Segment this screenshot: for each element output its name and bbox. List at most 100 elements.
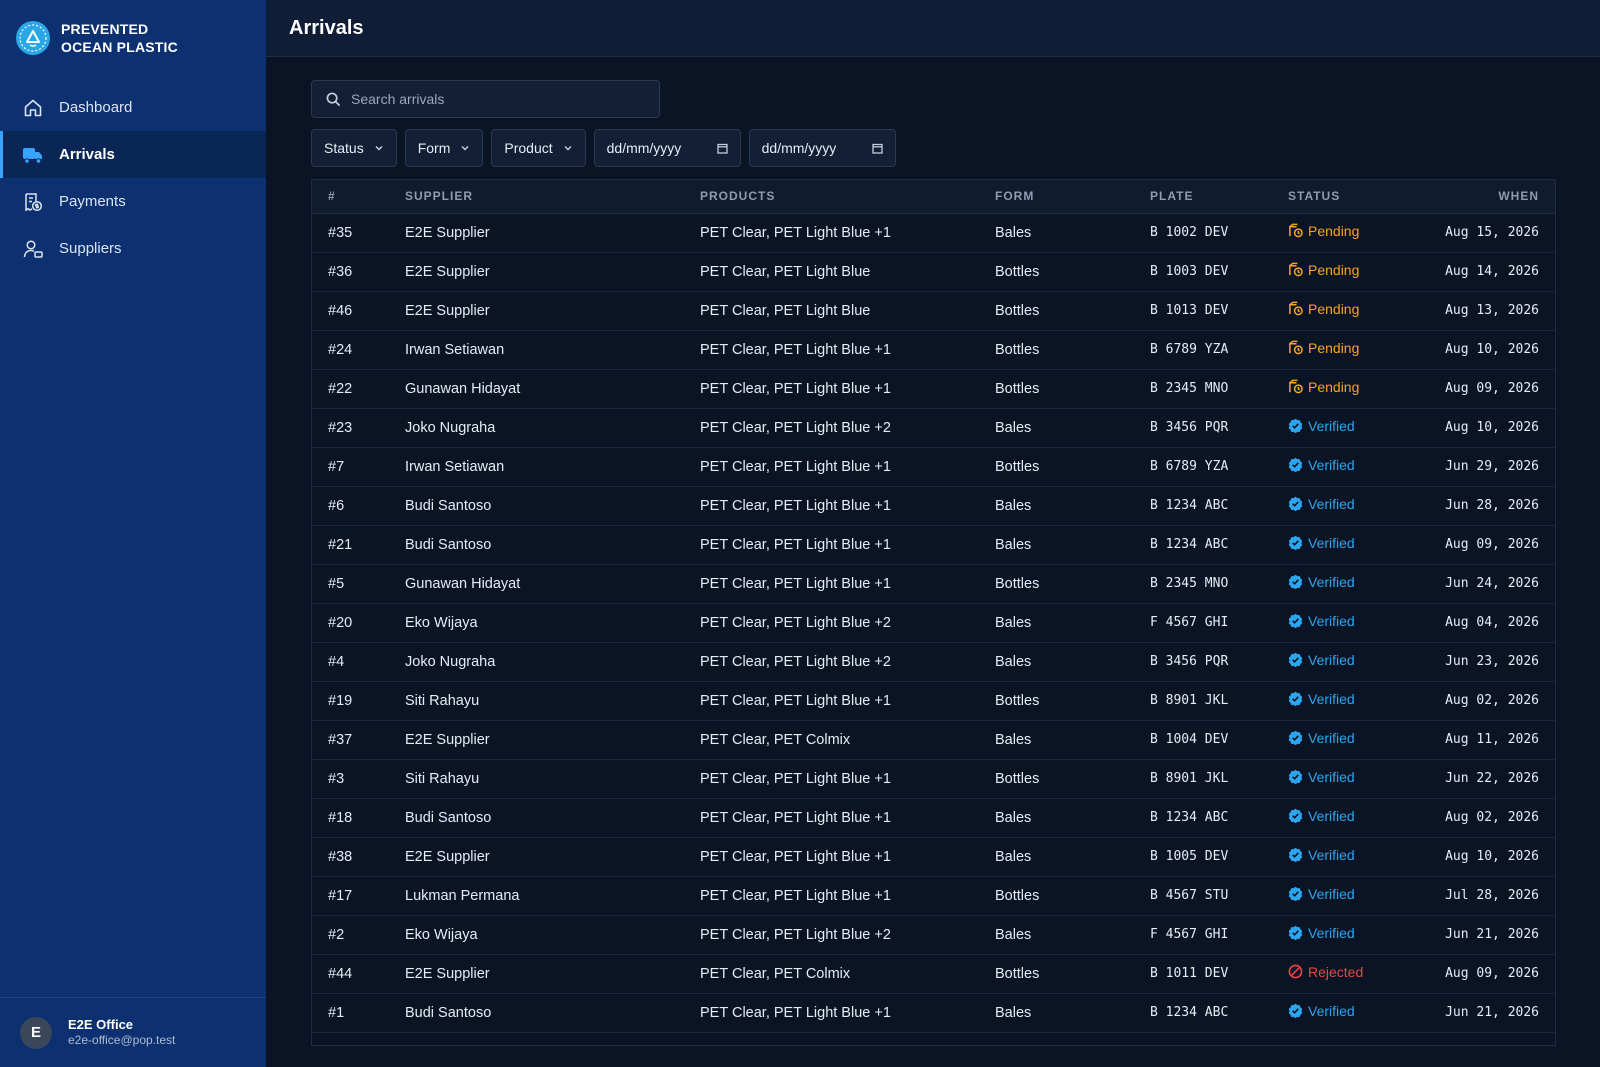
arrival-date: Aug 04, 2026: [1408, 603, 1555, 643]
table-row[interactable]: #35 E2E Supplier PET Clear, PET Light Blue…: [312, 213, 1555, 253]
table-row[interactable]: #24 Irwan Setiawan PET Clear, PET Light Bl…: [312, 330, 1555, 370]
products: PET Clear, PET Light Blue +1: [700, 447, 995, 487]
product-filter[interactable]: Product: [491, 129, 586, 167]
verified-badge-icon: [1288, 887, 1303, 902]
table-row[interactable]: #20 Eko Wijaya PET Clear, PET Light Blue +…: [312, 603, 1555, 643]
column-header-status[interactable]: STATUS: [1288, 180, 1408, 214]
table-row[interactable]: #38 E2E Supplier PET Clear, PET Light Blue…: [312, 837, 1555, 877]
column-header-form[interactable]: FORM: [995, 180, 1150, 214]
table-row[interactable]: #18 Budi Santoso PET Clear, PET Light Blue…: [312, 798, 1555, 838]
supplier-name: Joko Nugraha: [405, 408, 700, 448]
supplier-name: Siti Rahayu: [405, 681, 700, 721]
date-from-field[interactable]: dd/mm/yyyy: [593, 129, 741, 167]
search-input[interactable]: [351, 91, 641, 107]
status-label: Pending: [1308, 261, 1360, 278]
column-header-supplier[interactable]: SUPPLIER: [405, 180, 700, 214]
sidebar-item-label: Suppliers: [59, 240, 122, 257]
verified-badge-icon: [1288, 653, 1303, 668]
arrival-id: #36: [312, 252, 405, 292]
calendar-icon: [716, 143, 728, 154]
pending-icon: [1289, 340, 1303, 355]
date-to-field[interactable]: dd/mm/yyyy: [748, 129, 896, 167]
table-row[interactable]: #23 Joko Nugraha PET Clear, PET Light Blue…: [312, 408, 1555, 448]
search-box[interactable]: [311, 80, 660, 118]
supplier-name: E2E Supplier: [405, 837, 700, 877]
products: PET Clear, PET Colmix: [700, 954, 995, 994]
verified-badge-icon: [1288, 575, 1303, 590]
form: Bales: [995, 486, 1150, 526]
products: PET Clear, PET Light Blue +1: [700, 330, 995, 370]
status-label: Verified: [1308, 651, 1355, 668]
status-cell: Pending: [1288, 291, 1408, 331]
status-badge: Pending: [1288, 262, 1359, 278]
table-row[interactable]: #37 E2E Supplier PET Clear, PET Colmix Bale…: [312, 720, 1555, 760]
verified-badge-icon: [1288, 809, 1303, 824]
arrival-date: Aug 09, 2026: [1408, 525, 1555, 565]
sidebar-item-arrivals[interactable]: Arrivals: [0, 131, 266, 178]
form: Bales: [995, 603, 1150, 643]
home-icon: [22, 97, 44, 119]
user-profile[interactable]: E E2E Office e2e-office@pop.test: [0, 997, 266, 1067]
form: Bottles: [995, 447, 1150, 487]
verified-badge-icon: [1288, 458, 1303, 473]
status-badge: Verified: [1288, 457, 1355, 473]
arrival-id: #2: [312, 915, 405, 955]
status-cell: Pending: [1288, 252, 1408, 292]
table-row[interactable]: #2 Eko Wijaya PET Clear, PET Light Blue +2…: [312, 915, 1555, 955]
arrival-id: #3: [312, 759, 405, 799]
plate: B 1234 ABC: [1150, 798, 1288, 838]
status-filter[interactable]: Status: [311, 129, 397, 167]
table-row[interactable]: #3 Siti Rahayu PET Clear, PET Light Blue +…: [312, 759, 1555, 799]
column-header-products[interactable]: PRODUCTS: [700, 180, 995, 214]
table-row[interactable]: #19 Siti Rahayu PET Clear, PET Light Blue …: [312, 681, 1555, 721]
form: Bales: [995, 408, 1150, 448]
table-row[interactable]: #4 Joko Nugraha PET Clear, PET Light Blue …: [312, 642, 1555, 682]
sidebar-nav: Dashboard Arrivals Payments Suppliers: [0, 84, 266, 272]
arrival-date: Jun 29, 2026: [1408, 447, 1555, 487]
plate: B 6789 YZA: [1150, 330, 1288, 370]
status-label: Verified: [1308, 612, 1355, 629]
column-header-id[interactable]: #: [312, 180, 405, 214]
avatar: E: [20, 1016, 52, 1049]
status-cell: Verified: [1288, 759, 1408, 799]
sidebar-item-payments[interactable]: Payments: [0, 178, 266, 225]
status-cell: Verified: [1288, 993, 1408, 1033]
products: PET Clear, PET Light Blue +1: [700, 486, 995, 526]
verified-badge-icon: [1288, 770, 1303, 785]
status-cell: Pending: [1288, 330, 1408, 370]
sidebar-item-suppliers[interactable]: Suppliers: [0, 225, 266, 272]
supplier-name: Irwan Setiawan: [405, 447, 700, 487]
arrival-date: Aug 13, 2026: [1408, 291, 1555, 331]
table-row[interactable]: #46 E2E Supplier PET Clear, PET Light Blue…: [312, 291, 1555, 331]
status-badge: Pending: [1288, 340, 1359, 356]
verified-badge-icon: [1288, 692, 1303, 707]
table-row[interactable]: #22 Gunawan Hidayat PET Clear, PET Light B…: [312, 369, 1555, 409]
table-row[interactable]: #5 Gunawan Hidayat PET Clear, PET Light Bl…: [312, 564, 1555, 604]
status-badge: Verified: [1288, 496, 1355, 512]
column-header-when[interactable]: WHEN: [1408, 180, 1555, 214]
table-row[interactable]: #17 Lukman Permana PET Clear, PET Light Bl…: [312, 876, 1555, 916]
plate: B 1003 DEV: [1150, 252, 1288, 292]
products: PET Clear, PET Light Blue +1: [700, 993, 995, 1033]
verified-badge-icon: [1288, 536, 1303, 551]
form-filter[interactable]: Form: [404, 129, 484, 167]
column-header-plate[interactable]: PLATE: [1150, 180, 1288, 214]
supplier-name: E2E Supplier: [405, 291, 700, 331]
table-row[interactable]: #7 Irwan Setiawan PET Clear, PET Light Blu…: [312, 447, 1555, 487]
calendar-icon: [871, 143, 883, 154]
supplier-name: Gunawan Hidayat: [405, 369, 700, 409]
table-row[interactable]: #21 Budi Santoso PET Clear, PET Light Blue…: [312, 525, 1555, 565]
table-row[interactable]: #44 E2E Supplier PET Clear, PET Colmix Bott…: [312, 954, 1555, 994]
table-row[interactable]: #6 Budi Santoso PET Clear, PET Light Blue …: [312, 486, 1555, 526]
form: Bales: [995, 213, 1150, 253]
sidebar-item-dashboard[interactable]: Dashboard: [0, 84, 266, 131]
plate: B 2345 MNO: [1150, 369, 1288, 409]
table-row[interactable]: #1 Budi Santoso PET Clear, PET Light Blue …: [312, 993, 1555, 1033]
arrival-id: #35: [312, 213, 405, 253]
form-filter-label: Form: [417, 140, 451, 156]
status-badge: Verified: [1288, 1003, 1355, 1019]
brand[interactable]: PREVENTED OCEAN PLASTIC: [0, 0, 266, 76]
status-badge: Verified: [1288, 574, 1355, 590]
table-row[interactable]: #36 E2E Supplier PET Clear, PET Light Blue…: [312, 252, 1555, 292]
plate: B 1234 ABC: [1150, 993, 1288, 1033]
